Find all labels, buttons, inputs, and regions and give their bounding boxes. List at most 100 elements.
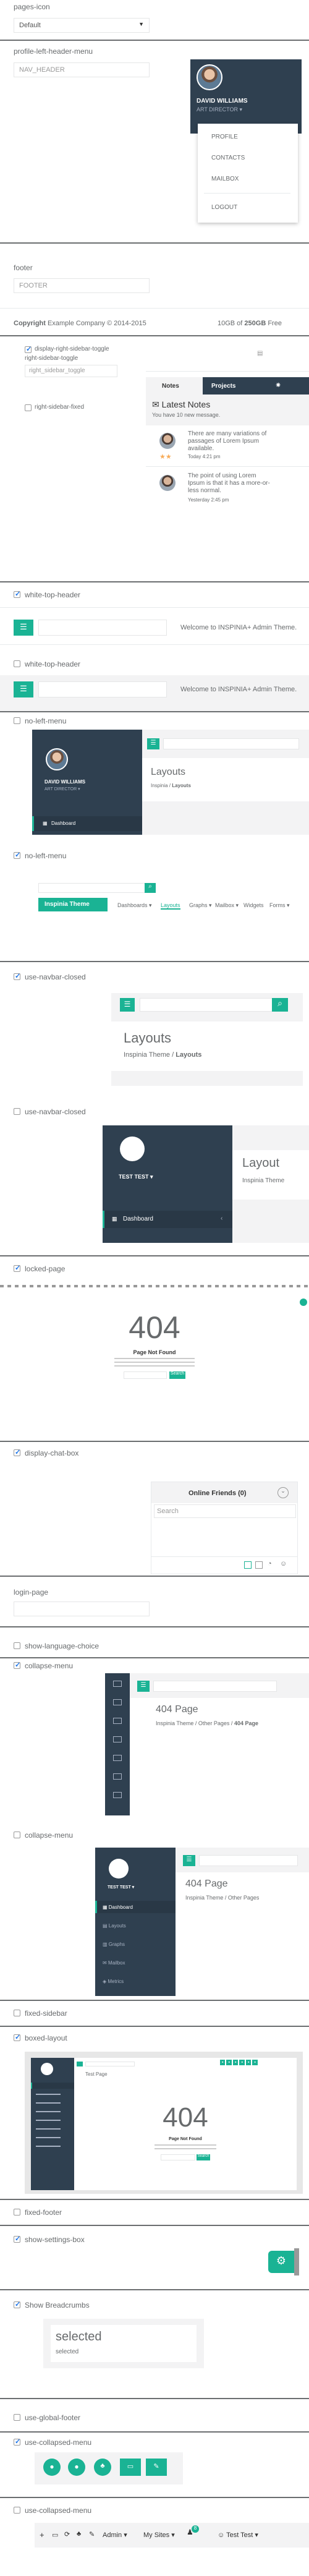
user-name[interactable]: TEST TEST ▾ — [108, 1885, 134, 1890]
widgets-icon[interactable] — [113, 1773, 122, 1780]
plus-icon[interactable]: + — [40, 2530, 44, 2540]
footer-input[interactable]: FOOTER — [14, 278, 150, 293]
menu-toggle-button[interactable]: ☰ — [120, 998, 135, 1012]
search-button[interactable]: Search — [169, 1371, 185, 1379]
sidebar-item-layouts[interactable]: ▤ Layouts — [103, 1923, 126, 1929]
login-page-input[interactable] — [14, 1601, 150, 1616]
edit-icon[interactable]: ✎ — [89, 2530, 95, 2538]
collapsed-menu-checkbox[interactable] — [14, 2437, 20, 2446]
menu-toggle-button[interactable]: ☰ — [183, 1855, 195, 1866]
menu-toggle-button[interactable] — [77, 2062, 83, 2066]
collapsed-menu-checkbox[interactable] — [14, 2507, 20, 2514]
sidebar-item[interactable] — [36, 2137, 61, 2138]
search-input[interactable] — [38, 620, 167, 636]
menu-toggle-button[interactable]: ☰ — [14, 620, 33, 636]
note-text[interactable]: The point of using Lorem Ipsum is that i… — [188, 472, 274, 495]
toolbar-icons[interactable]: ▪ ▪ ▪ ▪ ▪ ▪ — [220, 2060, 259, 2065]
clock-icon[interactable]: ◔ — [268, 1560, 272, 1567]
right-sidebar-fixed-checkbox[interactable] — [25, 404, 32, 411]
status-icon[interactable] — [244, 1561, 252, 1569]
sidebar-item-mailbox[interactable]: ✉ Mailbox — [103, 1960, 125, 1966]
tab-widgets[interactable]: Widgets — [243, 902, 264, 908]
sidebar-item-active[interactable] — [31, 2083, 74, 2089]
scrollbar[interactable] — [294, 2248, 299, 2275]
search-icon[interactable]: ⌕ — [272, 998, 288, 1012]
note-text[interactable]: There are many variations of passages of… — [188, 430, 274, 453]
user-icon[interactable]: ☺ — [280, 1560, 287, 1567]
boxed-layout-checkbox[interactable] — [14, 2033, 20, 2041]
sidebar-item-metrics[interactable]: ◈ Metrics — [103, 1979, 124, 1984]
menu-item-mailbox[interactable]: MAILBOX — [211, 176, 239, 182]
search-input[interactable] — [85, 2062, 135, 2066]
user-name[interactable]: TEST TEST ▾ — [119, 1174, 153, 1180]
window-icon[interactable]: ▭ — [52, 2531, 58, 2539]
search-input[interactable] — [163, 738, 299, 749]
mailbox-icon[interactable] — [113, 1736, 122, 1742]
dashboard-icon[interactable] — [113, 1681, 122, 1687]
circle-button-2[interactable]: ● — [68, 2459, 85, 2476]
menu-item-contacts[interactable]: CONTACTS — [211, 155, 245, 161]
nav-header-input[interactable]: NAV_HEADER — [14, 62, 150, 77]
white-top-header-checkbox[interactable] — [14, 590, 20, 598]
pages-icon-select[interactable]: Default ▼ — [14, 18, 150, 33]
sidebar-item[interactable] — [36, 2102, 61, 2104]
locked-page-checkbox[interactable] — [14, 1264, 20, 1272]
search-input[interactable] — [38, 681, 167, 697]
sidebar-item[interactable] — [36, 2128, 61, 2130]
tab-forms[interactable]: Forms ▾ — [269, 902, 290, 909]
right-sidebar-checkbox[interactable] — [25, 345, 32, 353]
breadcrumbs-checkbox[interactable] — [14, 2300, 20, 2308]
tab-mailbox[interactable]: Mailbox ▾ — [215, 902, 239, 909]
forms-icon[interactable] — [113, 1792, 122, 1798]
sidebar-item[interactable] — [36, 2094, 61, 2095]
no-left-menu-checkbox[interactable] — [14, 851, 20, 859]
right-sidebar-input[interactable]: right_sidebar_toggle — [25, 365, 117, 377]
refresh-icon[interactable]: ⟳ — [64, 2530, 70, 2538]
tab-layouts[interactable]: Layouts — [161, 902, 180, 910]
chat-box-checkbox[interactable] — [14, 1448, 20, 1456]
graphs-icon[interactable] — [113, 1718, 122, 1724]
menu-icon[interactable]: ▤ — [257, 350, 263, 357]
menu-toggle-button[interactable]: ☰ — [147, 738, 159, 749]
chevron-down-icon[interactable]: ⌄ — [277, 1487, 289, 1498]
group-icon[interactable]: ♣ — [77, 2530, 81, 2538]
white-top-header-checkbox[interactable] — [14, 660, 20, 667]
navbar-closed-checkbox[interactable] — [14, 1108, 20, 1115]
navbar-closed-checkbox[interactable] — [14, 972, 20, 980]
menu-item-profile[interactable]: PROFILE — [211, 134, 238, 140]
layouts-icon[interactable] — [113, 1699, 122, 1705]
settings-gear-icon[interactable]: ⚙ — [268, 2251, 294, 2273]
brand-button[interactable]: Inspinia Theme — [38, 898, 108, 911]
group-icon[interactable]: ♣ — [94, 2459, 111, 2476]
mute-icon[interactable] — [255, 1561, 263, 1569]
global-footer-checkbox[interactable] — [14, 2414, 20, 2421]
window-icon[interactable]: ▭ — [120, 2459, 141, 2476]
settings-icon[interactable] — [300, 1299, 307, 1306]
fixed-sidebar-checkbox[interactable] — [14, 2010, 20, 2016]
user-menu[interactable]: ☺ Test Test ▾ — [218, 2531, 258, 2539]
collapse-menu-checkbox[interactable] — [14, 1661, 20, 1669]
profile-role[interactable]: ART DIRECTOR ▾ — [197, 106, 242, 113]
sidebar-item[interactable] — [36, 2111, 61, 2112]
admin-menu[interactable]: Admin ▾ — [103, 2531, 127, 2539]
fixed-footer-checkbox[interactable] — [14, 2209, 20, 2216]
sidebar-item-graphs[interactable]: ▥ Graphs — [103, 1942, 125, 1947]
no-left-menu-checkbox[interactable] — [14, 717, 20, 724]
tab-dashboards[interactable]: Dashboards ▾ — [117, 902, 152, 909]
metrics-icon[interactable] — [113, 1755, 122, 1761]
tab-graphs[interactable]: Graphs ▾ — [189, 902, 212, 909]
circle-button-1[interactable]: ● — [43, 2459, 61, 2476]
search-input[interactable] — [161, 2154, 195, 2160]
tab-projects[interactable]: Projects ✷ — [203, 377, 309, 395]
search-input[interactable] — [199, 1855, 298, 1866]
search-input[interactable] — [124, 1371, 167, 1379]
tab-notes[interactable]: Notes — [146, 377, 203, 395]
settings-box-checkbox[interactable] — [14, 2235, 20, 2243]
menu-toggle-button[interactable]: ☰ — [137, 1681, 150, 1692]
search-button[interactable]: Search — [197, 2154, 210, 2160]
collapse-menu-checkbox[interactable] — [14, 1832, 20, 1838]
menu-item-logout[interactable]: LOGOUT — [211, 204, 237, 211]
sidebar-item[interactable] — [36, 2120, 61, 2121]
menu-toggle-button[interactable]: ☰ — [14, 681, 33, 697]
search-input[interactable] — [140, 998, 284, 1012]
